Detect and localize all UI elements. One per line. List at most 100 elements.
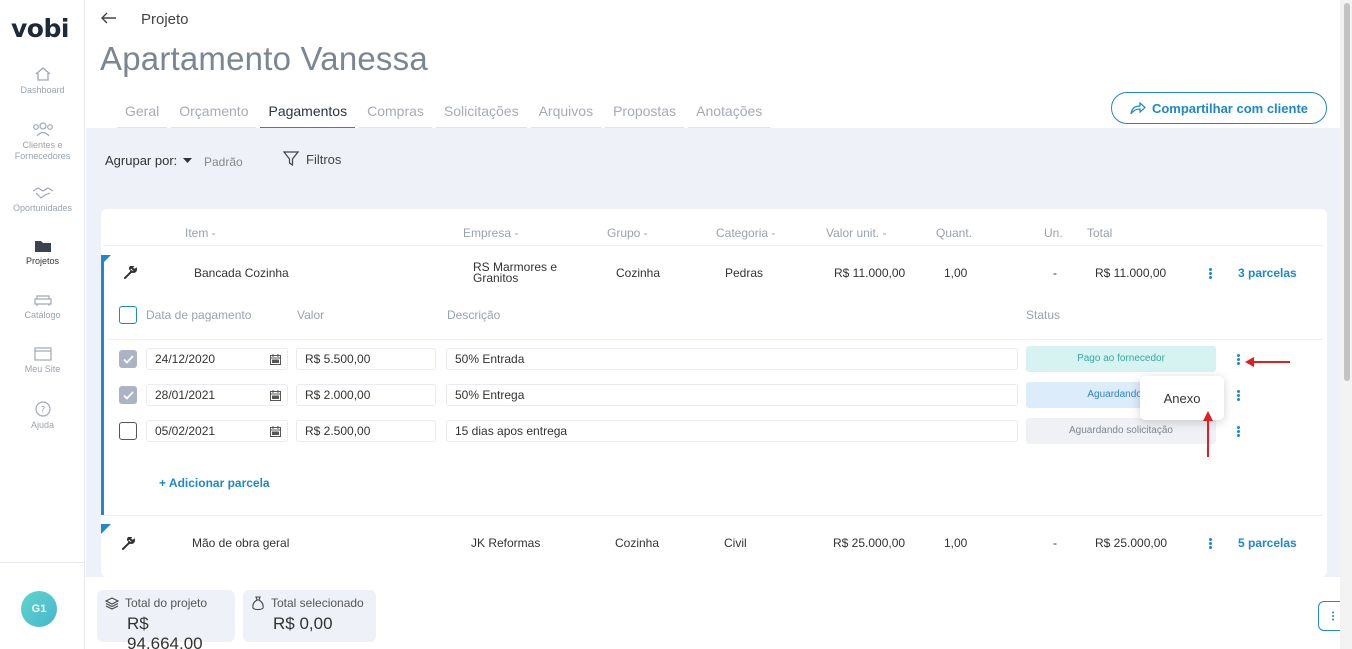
parcelas-link[interactable]: 3 parcelas xyxy=(1238,266,1297,280)
tab-bar: Geral Orçamento Pagamentos Compras Solic… xyxy=(117,100,774,130)
sidebar-item-dashboard[interactable]: Dashboard xyxy=(0,66,85,96)
sidebar-item-label: Ajuda xyxy=(30,420,55,430)
item-quant: 1,00 xyxy=(944,536,968,550)
item-empresa: RS Marmores e Granitos xyxy=(473,260,558,285)
handshake-icon xyxy=(32,187,53,199)
sidebar-item-label: Projetos xyxy=(25,256,60,266)
tab-geral[interactable]: Geral xyxy=(117,100,168,130)
total-project-value: R$ 94.664,00 xyxy=(127,614,203,649)
folder-icon xyxy=(34,241,51,252)
scrollbar-thumb[interactable] xyxy=(1344,3,1350,381)
filters-label: Filtros xyxy=(306,151,342,167)
avatar[interactable]: G1 xyxy=(21,591,57,627)
tab-pagamentos[interactable]: Pagamentos xyxy=(260,100,356,130)
filters-button[interactable]: Filtros xyxy=(283,151,341,167)
header-empresa[interactable]: Empresa - xyxy=(463,226,518,240)
menu-item-anexo[interactable]: Anexo xyxy=(1164,391,1201,406)
installment-checkbox[interactable] xyxy=(119,422,137,440)
installment-menu-icon[interactable] xyxy=(1235,426,1241,440)
header-quant: Quant. xyxy=(936,226,973,240)
status-badge[interactable]: Pago ao fornecedor xyxy=(1026,346,1216,372)
divider xyxy=(103,515,1323,516)
header-item[interactable]: Item - xyxy=(185,226,216,240)
sidebar-item-label: Catálogo xyxy=(24,310,61,320)
item-total: R$ 25.000,00 xyxy=(1095,536,1168,550)
item-name[interactable]: Bancada Cozinha xyxy=(194,266,289,280)
layers-icon xyxy=(105,596,119,610)
status-badge[interactable]: Aguardando solicitação xyxy=(1026,418,1216,444)
header-categoria[interactable]: Categoria - xyxy=(716,226,775,240)
breadcrumb[interactable]: Projeto xyxy=(141,11,189,28)
share-label: Compartilhar com cliente xyxy=(1151,100,1309,116)
item-un: - xyxy=(1053,266,1057,280)
sidebar-item-clientes[interactable]: Clientes e Fornecedores xyxy=(0,121,85,162)
item-categoria: Civil xyxy=(724,536,747,550)
installment-menu-icon[interactable] xyxy=(1235,354,1241,368)
item-name[interactable]: Mão de obra geral xyxy=(192,536,289,550)
date-field[interactable]: 24/12/2020 xyxy=(146,348,288,370)
item-valor-unit: R$ 25.000,00 xyxy=(833,536,906,550)
money-bag-icon xyxy=(252,596,264,610)
sidebar-item-projetos[interactable]: Projetos xyxy=(0,239,85,267)
tab-anotacoes[interactable]: Anotações xyxy=(688,100,771,130)
row-menu-icon[interactable] xyxy=(1207,538,1213,552)
description-field[interactable]: 50% Entrada xyxy=(446,348,1018,370)
description-field[interactable]: 15 dias apos entrega xyxy=(446,420,1018,442)
total-selected-label: Total selecionado xyxy=(271,596,364,610)
header-grupo[interactable]: Grupo - xyxy=(607,226,648,240)
svg-text:?: ? xyxy=(40,406,45,416)
installment-checkbox[interactable] xyxy=(119,386,137,404)
check-icon xyxy=(122,354,134,364)
total-selected-card: Total selecionado R$ 0,00 xyxy=(243,590,376,642)
date-value: 24/12/2020 xyxy=(155,352,216,366)
share-with-client-button[interactable]: Compartilhar com cliente xyxy=(1111,92,1327,124)
check-icon xyxy=(122,390,134,400)
calendar-icon xyxy=(270,354,281,365)
sidebar-item-catalogo[interactable]: Catálogo xyxy=(0,293,85,321)
group-by-dropdown[interactable]: Agrupar por: xyxy=(105,153,193,168)
item-grupo: Cozinha xyxy=(616,266,661,280)
wrench-icon xyxy=(124,266,137,279)
value-field[interactable]: R$ 2.500,00 xyxy=(296,420,436,442)
total-selected-value: R$ 0,00 xyxy=(273,614,333,633)
installment-menu-icon[interactable] xyxy=(1235,390,1241,404)
select-all-checkbox[interactable] xyxy=(119,306,137,324)
date-field[interactable]: 05/02/2021 xyxy=(146,420,288,442)
tab-propostas[interactable]: Propostas xyxy=(605,100,685,130)
annotation-arrow-up xyxy=(1203,411,1213,457)
divider xyxy=(108,339,1323,340)
tab-arquivos[interactable]: Arquivos xyxy=(530,100,602,130)
item-empresa: JK Reformas xyxy=(471,536,541,550)
group-by-value[interactable]: Padrão xyxy=(204,155,243,169)
sidebar-item-meu-site[interactable]: Meu Site xyxy=(0,347,85,375)
sidebar-item-ajuda[interactable]: ? Ajuda xyxy=(0,401,85,431)
item-total: R$ 11.000,00 xyxy=(1095,266,1167,280)
installment-checkbox[interactable] xyxy=(119,350,137,368)
calendar-icon xyxy=(270,390,281,401)
value-field[interactable]: R$ 5.500,00 xyxy=(296,348,436,370)
row-menu-icon[interactable] xyxy=(1207,268,1213,282)
add-installment-link[interactable]: + Adicionar parcela xyxy=(159,476,270,490)
home-icon xyxy=(35,67,50,81)
tab-solicitacoes[interactable]: Solicitações xyxy=(435,100,527,130)
date-field[interactable]: 28/01/2021 xyxy=(146,384,288,406)
total-project-label: Total do projeto xyxy=(125,596,208,610)
header-valor-unit[interactable]: Valor unit. - xyxy=(826,226,886,240)
tab-compras[interactable]: Compras xyxy=(359,100,432,130)
divider xyxy=(103,245,1323,246)
total-project-card: Total do projeto R$ 94.664,00 xyxy=(97,590,235,649)
annotation-arrow-left xyxy=(1245,357,1290,367)
description-field[interactable]: 50% Entrega xyxy=(446,384,1018,406)
back-arrow-icon[interactable] xyxy=(100,10,118,26)
tab-orcamento[interactable]: Orçamento xyxy=(171,100,257,130)
expanded-row-indicator xyxy=(101,256,104,515)
sidebar-item-oportunidades[interactable]: Oportunidades xyxy=(0,186,85,214)
sidebar: vobi Dashboard Clientes e Fornecedores O… xyxy=(0,0,85,649)
sidebar-item-label: Oportunidades xyxy=(12,203,73,213)
sidebar-divider xyxy=(0,562,85,563)
date-value: 28/01/2021 xyxy=(155,388,216,402)
sofa-icon xyxy=(33,295,52,306)
value-field[interactable]: R$ 2.000,00 xyxy=(296,384,436,406)
parcelas-link[interactable]: 5 parcelas xyxy=(1238,536,1297,550)
header-status: Status xyxy=(1026,308,1061,322)
